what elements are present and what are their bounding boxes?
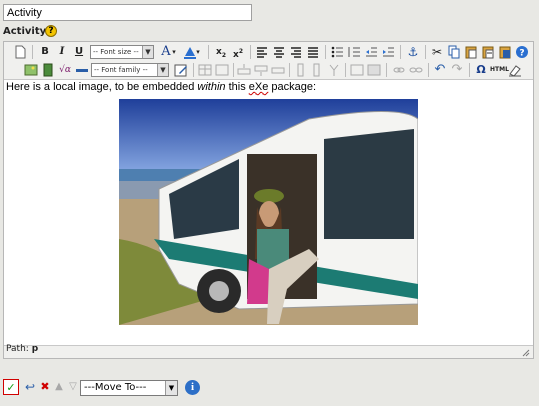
merge-cells-icon[interactable] [366,62,382,78]
align-center-icon[interactable] [271,44,287,60]
paragraph-text: this [225,81,249,93]
move-to-label: ---Move To--- [84,382,147,393]
paragraph-italic: within [197,81,226,93]
toolbar-separator [208,45,209,59]
resize-grip-icon[interactable] [522,347,530,357]
redo-icon[interactable]: ↷ [449,62,465,78]
insert-col-after-icon[interactable] [309,62,325,78]
insert-row-before-icon[interactable] [236,62,252,78]
paste-icon[interactable] [463,44,479,60]
chevron-down-icon: ▼ [165,381,177,395]
toolbar-separator [386,63,387,77]
paste-text-icon[interactable] [480,44,496,60]
insert-line-icon[interactable] [74,62,90,78]
bold-icon[interactable]: B [37,44,53,60]
delete-col-icon[interactable] [326,62,342,78]
insert-col-before-icon[interactable] [292,62,308,78]
text-color-dropdown-icon[interactable]: ▾ [170,44,178,60]
activity-label: Activity [3,26,47,37]
move-down-icon[interactable]: ▽ [65,379,81,395]
help-icon[interactable]: ? [45,25,57,37]
toolbar-separator [325,45,326,59]
numbered-list-icon[interactable] [346,44,362,60]
toolbar-separator [233,63,234,77]
help-round-icon[interactable]: ? [514,44,530,60]
anchor-icon[interactable]: ⚓ [405,44,421,60]
toolbar-separator [32,45,33,59]
html-source-icon[interactable]: HTML [490,62,509,78]
paragraph-spellcheck-word: eXe [248,81,269,93]
paragraph-text: Here is a local image, to be embedded [6,81,198,93]
align-left-icon[interactable] [254,44,270,60]
split-cells-icon[interactable] [349,62,365,78]
activity-title-input[interactable] [3,4,252,21]
link-icon[interactable] [391,62,407,78]
chevron-down-icon: ▼ [157,64,168,76]
italic-icon[interactable]: I [54,44,70,60]
content-paragraph: Here is a local image, to be embedded wi… [6,81,316,93]
path-label: Path: [6,344,29,354]
table-props-icon[interactable] [214,62,230,78]
toolbar-separator [400,45,401,59]
cut-icon[interactable]: ✂ [429,44,445,60]
highlight-dropdown-icon[interactable]: ▾ [194,44,202,60]
insert-math-icon[interactable]: √α [57,62,73,78]
new-document-icon[interactable] [12,44,28,60]
editor-status-path: Path: p [6,344,38,354]
toolbar-separator [193,63,194,77]
outdent-icon[interactable] [363,44,379,60]
font-size-select[interactable]: -- Font size -- ▼ [90,45,154,59]
delete-row-icon[interactable] [270,62,286,78]
insert-media-icon[interactable] [40,62,56,78]
font-family-select[interactable]: -- Font family -- ▼ [91,63,169,77]
editor-content[interactable]: Here is a local image, to be embedded wi… [4,79,533,346]
done-checkmark-icon[interactable]: ✓ [3,379,19,395]
toolbar-separator [469,63,470,77]
embedded-image[interactable] [119,99,419,325]
toolbar-separator [250,45,251,59]
toolbar-separator [289,63,290,77]
toolbar-separator [345,63,346,77]
svg-text:?: ? [519,49,524,59]
align-right-icon[interactable] [288,44,304,60]
insert-image-icon[interactable] [23,62,39,78]
path-element[interactable]: p [32,344,38,354]
chevron-down-icon: ▼ [142,46,153,58]
justify-icon[interactable] [305,44,321,60]
underline-icon[interactable]: U [71,44,87,60]
bullet-list-icon[interactable] [329,44,345,60]
paste-word-icon[interactable] [497,44,513,60]
info-icon[interactable]: i [185,380,200,395]
indent-icon[interactable] [380,44,396,60]
copy-icon[interactable] [446,44,462,60]
insert-table-icon[interactable] [197,62,213,78]
clean-up-icon[interactable] [507,62,523,78]
subscript-icon[interactable]: x2 [213,44,229,60]
move-to-select[interactable]: ---Move To--- ▼ [80,380,178,396]
font-size-label: -- Font size -- [93,48,139,56]
toolbar-separator [428,63,429,77]
undo-icon[interactable]: ↶ [432,62,448,78]
rich-text-editor: B I U -- Font size -- ▼ A ▾ ▾ x2 x2 ⚓ ✂ … [3,41,534,359]
paragraph-text: package: [268,81,317,93]
undo-changes-icon[interactable]: ↩ [22,379,38,395]
toolbar-separator [425,45,426,59]
superscript-icon[interactable]: x2 [230,44,246,60]
special-char-icon[interactable]: Ω [473,62,489,78]
edit-icon[interactable] [173,62,189,78]
insert-row-after-icon[interactable] [253,62,269,78]
unlink-icon[interactable] [408,62,424,78]
font-family-label: -- Font family -- [94,66,148,74]
